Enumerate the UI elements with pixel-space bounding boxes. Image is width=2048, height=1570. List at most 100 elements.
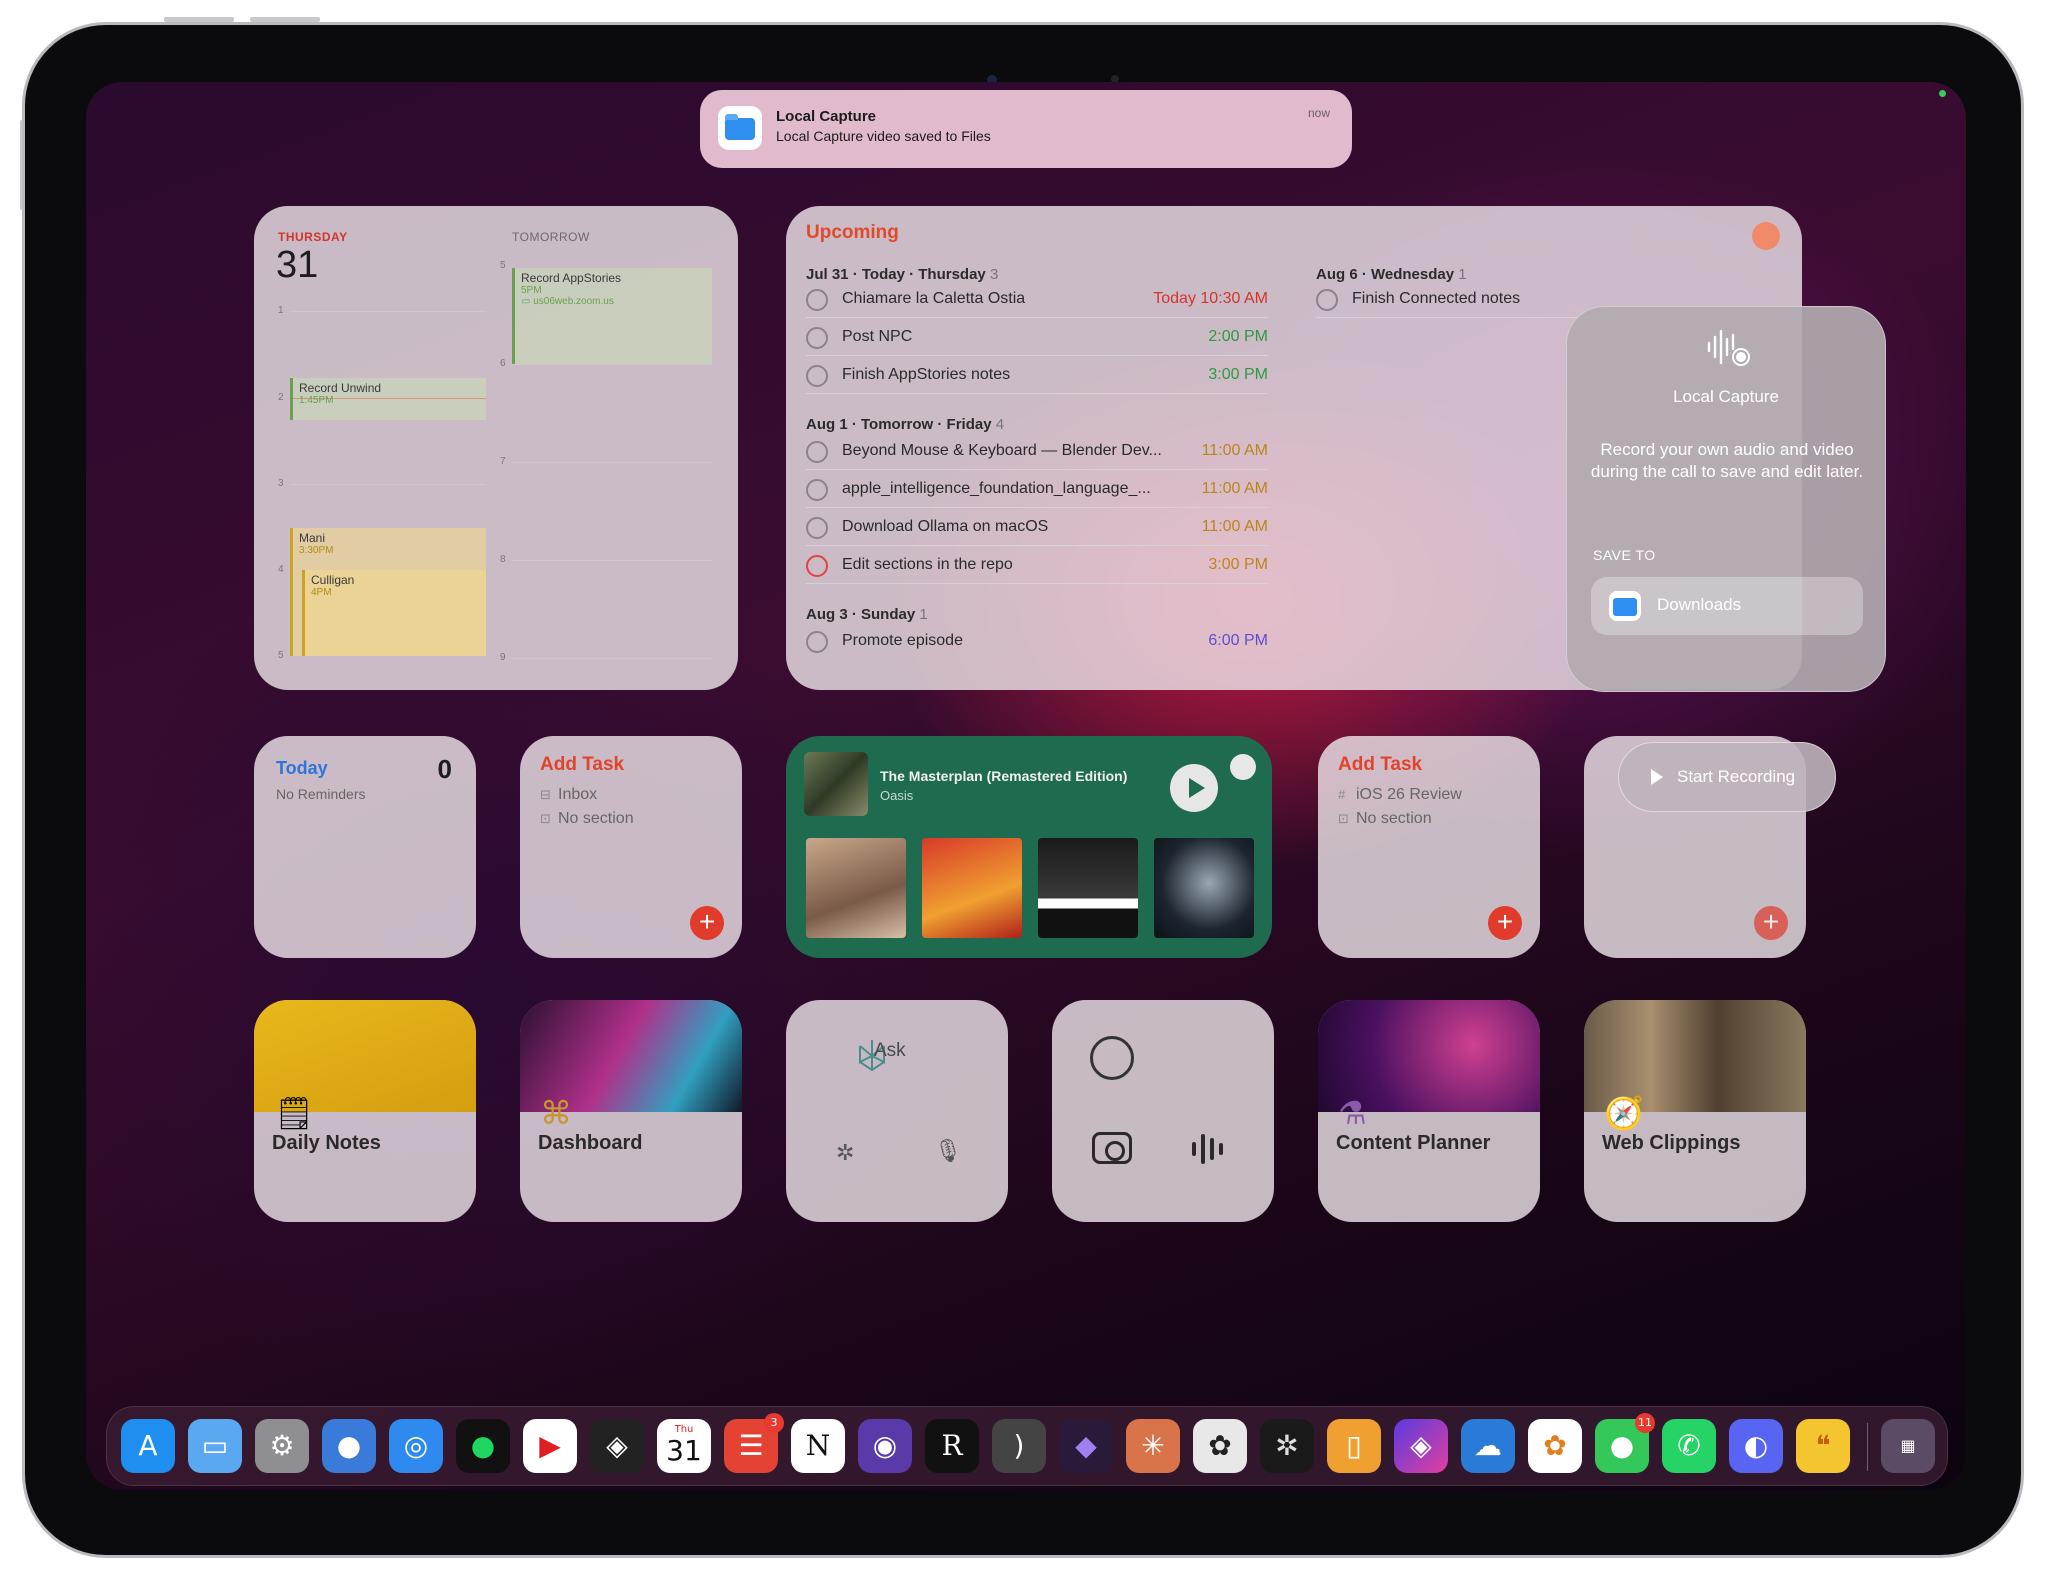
start-recording-button[interactable]: Start Recording (1618, 742, 1836, 812)
perplexity-dock-icon[interactable]: ✲ (1260, 1419, 1314, 1473)
perplexity-widget[interactable]: Ask ✲ 🎙 (786, 1000, 1008, 1222)
reminder-row[interactable]: Edit sections in the repo 3:00 PM (806, 548, 1268, 584)
shortcut-content-planner[interactable]: ⚗ Content Planner (1318, 1000, 1540, 1222)
reminders-today-widget[interactable]: Today 0 No Reminders (254, 736, 476, 958)
calendar-event[interactable]: Culligan 4PM (302, 570, 486, 656)
notification-message: Local Capture video saved to Files (776, 128, 991, 144)
reminder-checkbox[interactable] (806, 365, 828, 387)
recent-album[interactable] (1038, 838, 1138, 938)
shortcut-label: Dashboard (538, 1132, 643, 1154)
settings-icon[interactable]: ⚙ (255, 1419, 309, 1473)
skyline-icon[interactable]: ☁ (1461, 1419, 1515, 1473)
safari-icon[interactable]: ◎ (389, 1419, 443, 1473)
reminder-checkbox[interactable] (806, 479, 828, 501)
perplexity-small-icon[interactable]: ✲ (836, 1140, 854, 1166)
reminder-checkbox[interactable] (806, 441, 828, 463)
flask-icon: ⚗ (1338, 1095, 1367, 1131)
shortcut-label: Content Planner (1336, 1132, 1491, 1154)
recent-album[interactable] (922, 838, 1022, 938)
camera-icon[interactable] (1092, 1132, 1132, 1164)
files-app-icon (718, 106, 762, 150)
reminder-row[interactable]: Promote episode 6:00 PM (806, 624, 1268, 660)
reminder-checkbox[interactable] (806, 555, 828, 577)
youtube-icon[interactable]: ▶ (523, 1419, 577, 1473)
readwise-icon[interactable]: R (925, 1419, 979, 1473)
reminders-header: Upcoming (806, 222, 899, 243)
project-label: # iOS 26 Review (1338, 786, 1462, 803)
reminder-checkbox[interactable] (1316, 289, 1338, 311)
add-task-button[interactable]: + (690, 906, 724, 940)
claude-icon[interactable]: ✳ (1126, 1419, 1180, 1473)
add-task-title: Add Task (540, 754, 625, 775)
today-label: Today (276, 758, 328, 778)
play-button[interactable] (1170, 764, 1218, 812)
voice-waveform-icon[interactable] (1188, 1132, 1228, 1166)
reminder-row[interactable]: Download Ollama on macOS 11:00 AM (806, 510, 1268, 546)
hour-label: 8 (500, 554, 506, 565)
buffer-icon[interactable]: ◈ (590, 1419, 644, 1473)
save-destination-button[interactable]: Downloads (1591, 577, 1863, 635)
reminder-checkbox[interactable] (806, 517, 828, 539)
add-task-widget[interactable]: Add Task # iOS 26 Review ⊡ No section + (1318, 736, 1540, 958)
local-capture-description: Record your own audio and video during t… (1590, 440, 1864, 481)
notification-time: now (1307, 106, 1330, 120)
recent-album[interactable] (806, 838, 906, 938)
spotify-dock-icon[interactable]: ● (456, 1419, 510, 1473)
shortcuts-icon[interactable]: ◈ (1394, 1419, 1448, 1473)
files-icon[interactable]: ▭ (188, 1419, 242, 1473)
reminder-checkbox[interactable] (806, 289, 828, 311)
project-label: ⊟ Inbox (540, 786, 598, 803)
whatsapp-icon[interactable]: ✆ (1662, 1419, 1716, 1473)
shortcut-web-clippings[interactable]: 🧭 Web Clippings (1584, 1000, 1806, 1222)
compass-icon: 🧭 (1604, 1095, 1644, 1131)
notification-banner[interactable]: Local Capture Local Capture video saved … (700, 90, 1352, 168)
bartender-icon[interactable]: ● (322, 1419, 376, 1473)
hour-label: 6 (500, 358, 506, 369)
calendar-widget[interactable]: THURSDAY 31 TOMORROW 1 2 3 4 5 5 6 7 8 9… (254, 206, 738, 690)
iphone-mirroring-icon[interactable]: ▯ (1327, 1419, 1381, 1473)
recent-album[interactable] (1154, 838, 1254, 938)
camera-in-use-indicator (1939, 90, 1946, 97)
reminder-checkbox[interactable] (806, 631, 828, 653)
reminder-row[interactable]: Post NPC 2:00 PM (806, 320, 1268, 356)
obsidian-icon[interactable]: ◆ (1059, 1419, 1113, 1473)
album-art[interactable] (804, 752, 868, 816)
add-task-widget[interactable]: Add Task ⊟ Inbox ⊡ No section + (520, 736, 742, 958)
add-task-button[interactable]: + (1488, 906, 1522, 940)
app-store-icon[interactable]: A (121, 1419, 175, 1473)
chatgpt-dock-icon[interactable]: ✿ (1193, 1419, 1247, 1473)
hour-label: 1 (278, 305, 284, 316)
reminder-row[interactable]: apple_intelligence_foundation_language_.… (806, 472, 1268, 508)
microphone-icon[interactable]: 🎙 (934, 1138, 962, 1164)
rss-icon[interactable]: ) (992, 1419, 1046, 1473)
track-artist: Oasis (880, 788, 914, 803)
fingerprint-icon[interactable]: ◉ (858, 1419, 912, 1473)
inbox-icon: ⊟ (540, 787, 551, 802)
reminder-checkbox[interactable] (806, 327, 828, 349)
reminder-row[interactable]: Finish AppStories notes 3:00 PM (806, 358, 1268, 394)
hour-label: 7 (500, 456, 506, 467)
app-library-icon[interactable]: ▦ (1881, 1419, 1935, 1473)
notion-icon[interactable]: N (791, 1419, 845, 1473)
calendar-event[interactable]: Record AppStories 5PM ▭ us06web.zoom.us (512, 268, 712, 364)
local-capture-panel[interactable]: Local Capture Record your own audio and … (1566, 306, 1886, 692)
calendar-dock-icon[interactable]: Thu 31 (657, 1419, 711, 1473)
chatgpt-widget[interactable] (1052, 1000, 1274, 1222)
photos-icon[interactable]: ✿ (1528, 1419, 1582, 1473)
discord-icon[interactable]: ◐ (1729, 1419, 1783, 1473)
messages-icon[interactable]: ● 11 (1595, 1413, 1655, 1473)
reminder-row[interactable]: Finish Connected notes (1316, 282, 1616, 318)
calendar-event[interactable]: Record Unwind 1:45PM (290, 378, 486, 420)
shortcut-daily-notes[interactable]: 🗒 Daily Notes (254, 1000, 476, 1222)
shortcut-dashboard[interactable]: ⌘ Dashboard (520, 1000, 742, 1222)
calendar-today-label: THURSDAY (278, 230, 348, 244)
shortcut-label: Daily Notes (272, 1132, 381, 1154)
add-task-button[interactable]: + (1754, 906, 1788, 940)
reminder-row[interactable]: Beyond Mouse & Keyboard — Blender Dev...… (806, 434, 1268, 470)
spotify-widget[interactable]: The Masterplan (Remastered Edition) Oasi… (786, 736, 1272, 958)
quotes-icon[interactable]: ❝ (1796, 1419, 1850, 1473)
ask-label: Ask (874, 1040, 906, 1061)
reminder-row[interactable]: Chiamare la Caletta Ostia Today 10:30 AM (806, 282, 1268, 318)
todoist-icon[interactable]: ☰ 3 (724, 1413, 784, 1473)
chatgpt-icon[interactable] (1090, 1036, 1134, 1080)
